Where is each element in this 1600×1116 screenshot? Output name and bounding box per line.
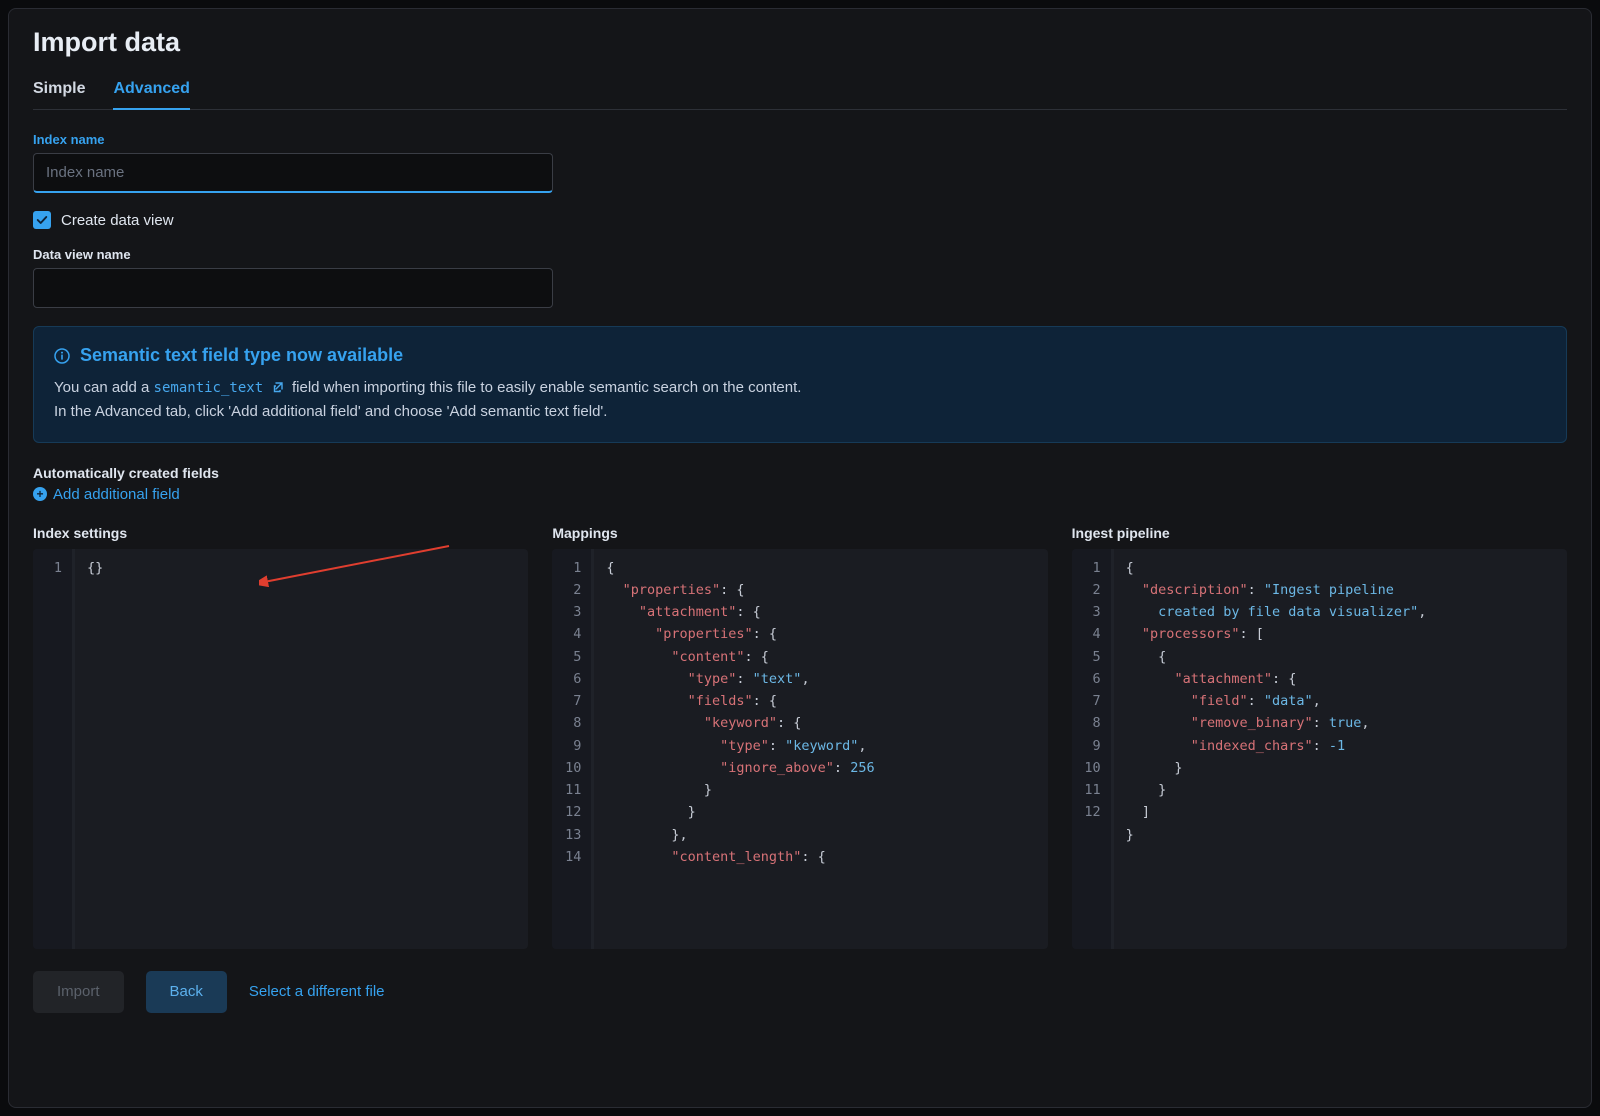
index-settings-editor[interactable]: 1{} <box>33 549 528 949</box>
ingest-col: Ingest pipeline 123456789101112{ "descri… <box>1072 525 1567 949</box>
editors-row: Index settings 1{} Mappings 123456789101… <box>33 525 1567 949</box>
mappings-col: Mappings 1234567891011121314{ "propertie… <box>552 525 1047 949</box>
back-button[interactable]: Back <box>146 971 227 1013</box>
semantic-text-link[interactable]: semantic_text <box>154 380 292 396</box>
callout-line2: In the Advanced tab, click 'Add addition… <box>54 403 607 420</box>
callout-title: Semantic text field type now available <box>80 345 403 366</box>
ingest-title: Ingest pipeline <box>1072 525 1567 541</box>
add-additional-field-link[interactable]: + Add additional field <box>33 486 180 503</box>
tab-advanced[interactable]: Advanced <box>113 72 189 110</box>
callout-title-row: Semantic text field type now available <box>54 345 1546 366</box>
auto-fields-label: Automatically created fields <box>33 465 1567 481</box>
tabs: Simple Advanced <box>33 72 1567 110</box>
index-name-label: Index name <box>33 132 1567 147</box>
footer: Import Back Select a different file <box>33 971 1567 1013</box>
index-settings-col: Index settings 1{} <box>33 525 528 949</box>
data-view-name-label: Data view name <box>33 247 1567 262</box>
import-button[interactable]: Import <box>33 971 124 1013</box>
checkmark-icon <box>36 214 48 226</box>
callout-line1-post: field when importing this file to easily… <box>292 379 801 396</box>
add-additional-field-label: Add additional field <box>53 486 180 503</box>
index-settings-title: Index settings <box>33 525 528 541</box>
tab-simple[interactable]: Simple <box>33 72 85 109</box>
mappings-title: Mappings <box>552 525 1047 541</box>
data-view-name-input[interactable] <box>33 268 553 308</box>
create-data-view-checkbox[interactable] <box>33 211 51 229</box>
callout-line1-pre: You can add a <box>54 379 154 396</box>
import-data-panel: Import data Simple Advanced Index name C… <box>8 8 1592 1108</box>
mappings-editor[interactable]: 1234567891011121314{ "properties": { "at… <box>552 549 1047 949</box>
callout-body: You can add a semantic_text field when i… <box>54 376 1546 424</box>
page-title: Import data <box>33 27 1567 58</box>
data-view-name-row: Data view name <box>33 247 1567 308</box>
create-data-view-label: Create data view <box>61 212 174 229</box>
semantic-text-callout: Semantic text field type now available Y… <box>33 326 1567 443</box>
create-data-view-row: Create data view <box>33 211 1567 229</box>
external-link-icon <box>272 381 284 393</box>
select-different-file-link[interactable]: Select a different file <box>249 983 385 1000</box>
ingest-editor[interactable]: 123456789101112{ "description": "Ingest … <box>1072 549 1567 949</box>
index-name-input[interactable] <box>33 153 553 193</box>
index-name-row: Index name <box>33 132 1567 193</box>
info-icon <box>54 348 70 364</box>
plus-circle-icon: + <box>33 487 47 501</box>
